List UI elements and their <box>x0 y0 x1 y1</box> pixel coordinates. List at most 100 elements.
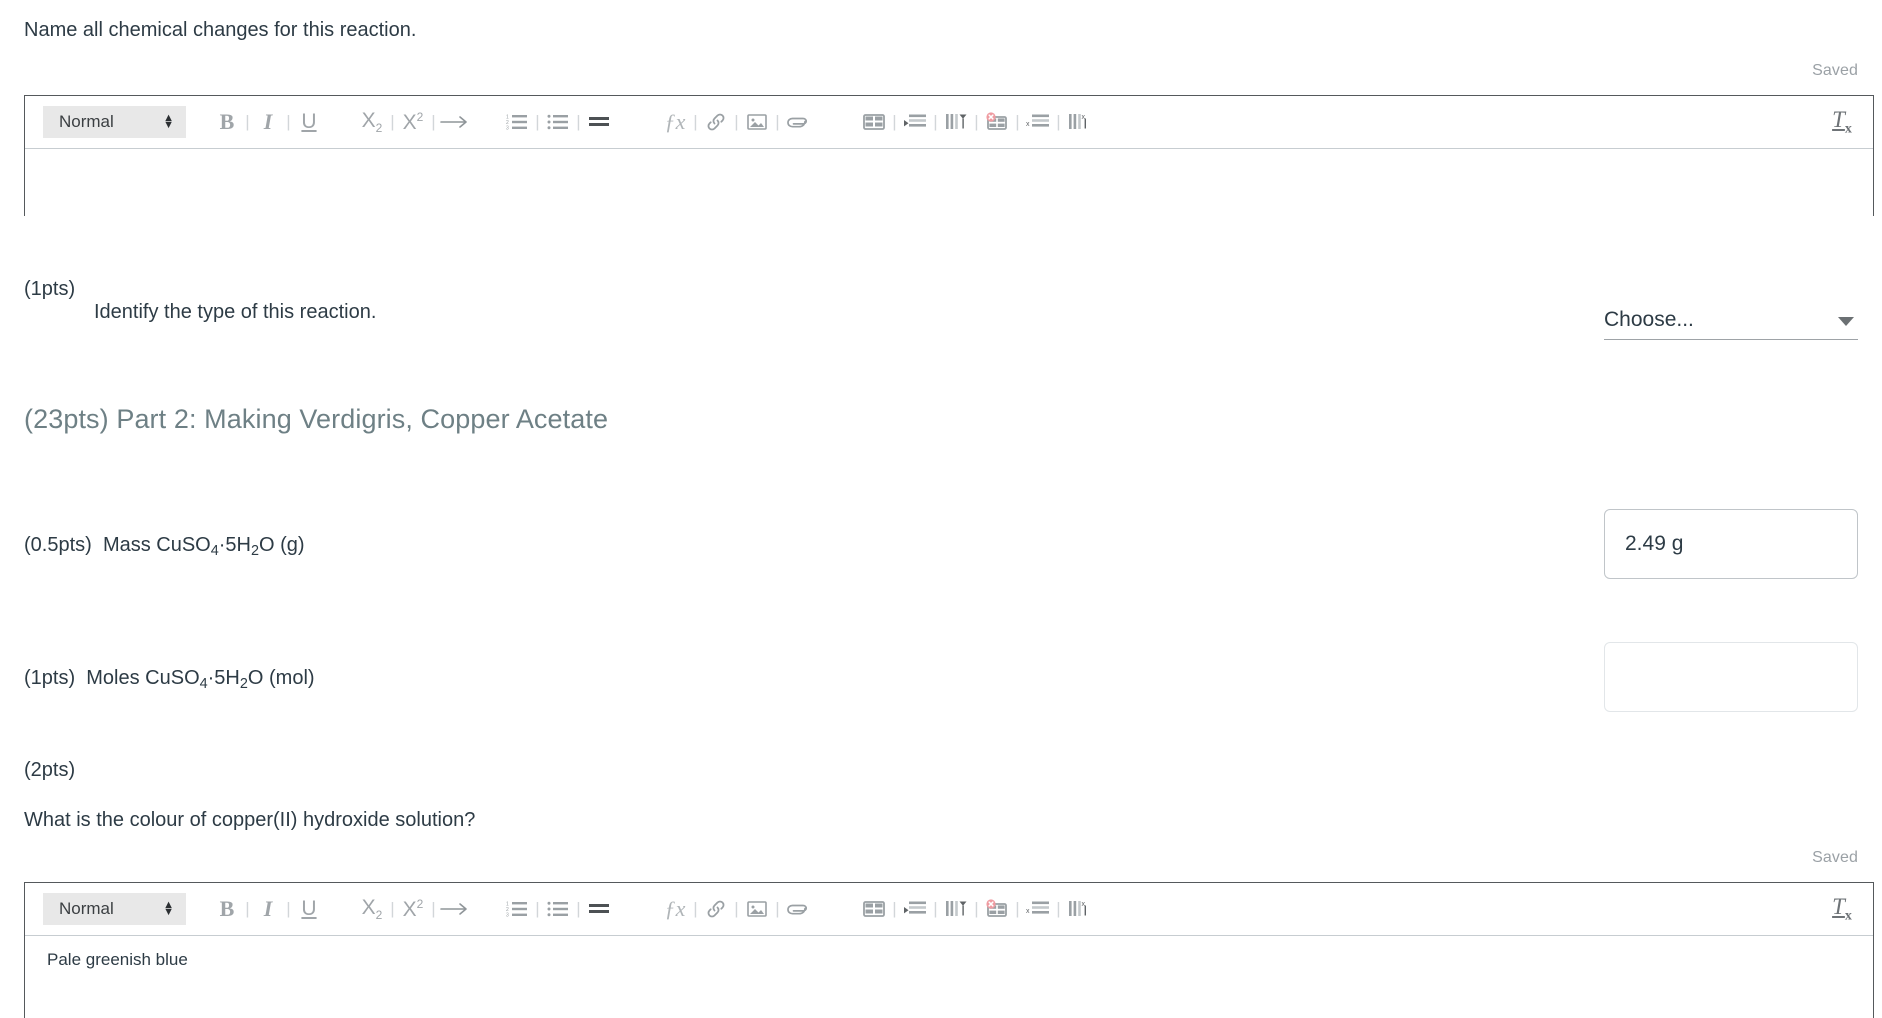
separator: | <box>535 899 540 918</box>
insert-group-1: ƒx | | | <box>660 105 813 139</box>
separator: | <box>974 112 979 131</box>
separator: | <box>1015 112 1020 131</box>
text-style-group-2: B | I | U <box>212 892 324 926</box>
chevron-down-icon <box>1838 317 1854 326</box>
svg-text:3: 3 <box>506 126 509 132</box>
arrow-icon[interactable] <box>439 105 469 139</box>
editor-body-2[interactable]: Pale greenish blue <box>25 936 1873 1018</box>
separator: | <box>1056 112 1061 131</box>
quiz-page: Name all chemical changes for this react… <box>0 0 1882 1018</box>
updown-arrows-icon: ▲ ▼ <box>163 899 174 918</box>
link-icon[interactable] <box>701 105 731 139</box>
insert-table-icon[interactable] <box>859 105 889 139</box>
format-dropdown-label: Normal <box>59 112 114 131</box>
delete-row-icon[interactable]: x <box>1023 105 1053 139</box>
separator: | <box>286 112 291 131</box>
question-3-formula: Mass CuSO4·5H2O (g) <box>102 534 305 560</box>
separator: | <box>576 899 581 918</box>
table-group-1: | | | | x | x <box>859 105 1094 139</box>
editor-body-1[interactable] <box>25 149 1873 216</box>
separator: | <box>431 899 436 918</box>
bold-icon[interactable]: B <box>212 892 242 926</box>
question-4-formula: Moles CuSO4·5H2O (mol) <box>86 667 315 693</box>
question-4-points: (1pts) <box>24 667 76 689</box>
underline-icon[interactable]: U <box>294 105 324 139</box>
numbered-list-icon[interactable]: 1 2 3 <box>502 892 532 926</box>
clear-formatting-icon[interactable]: Tx <box>1827 892 1857 926</box>
moles-input[interactable] <box>1604 642 1858 712</box>
separator: | <box>974 899 979 918</box>
format-dropdown-1[interactable]: Normal ▲ ▼ <box>43 106 186 138</box>
attachment-icon[interactable] <box>783 892 813 926</box>
separator: | <box>693 899 698 918</box>
align-icon[interactable] <box>584 892 614 926</box>
separator: | <box>775 899 780 918</box>
image-icon[interactable] <box>742 105 772 139</box>
insert-column-icon[interactable] <box>941 105 971 139</box>
superscript-icon[interactable]: X2 <box>398 105 428 139</box>
section-heading: (23pts) Part 2: Making Verdigris, Copper… <box>24 404 609 434</box>
table-group-2: | | | | x | x <box>859 892 1094 926</box>
insert-column-icon[interactable] <box>941 892 971 926</box>
bulleted-list-icon[interactable] <box>543 892 573 926</box>
reaction-type-dropdown-value: Choose... <box>1604 308 1694 331</box>
delete-row-icon[interactable]: x <box>1023 892 1053 926</box>
separator: | <box>734 112 739 131</box>
clear-formatting-icon[interactable]: Tx <box>1827 105 1857 139</box>
equation-icon[interactable]: ƒx <box>660 105 690 139</box>
question-5-prompt: What is the colour of copper(II) hydroxi… <box>24 809 476 831</box>
equation-icon[interactable]: ƒx <box>660 892 690 926</box>
question-2-prompt: Identify the type of this reaction. <box>94 301 377 323</box>
format-dropdown-2[interactable]: Normal ▲ ▼ <box>43 893 186 925</box>
separator: | <box>693 112 698 131</box>
question-2-points: (1pts) <box>24 278 76 300</box>
rich-text-editor-2[interactable]: Normal ▲ ▼ B | I | U X2 | X2 | 1 2 3 | |… <box>24 882 1874 1018</box>
subscript-icon[interactable]: X2 <box>357 892 387 926</box>
italic-icon[interactable]: I <box>253 105 283 139</box>
question-3-points: (0.5pts) <box>24 534 92 556</box>
delete-table-icon[interactable] <box>982 892 1012 926</box>
separator: | <box>933 112 938 131</box>
script-group-1: X2 | X2 | <box>357 105 469 139</box>
question-1-prompt: Name all chemical changes for this react… <box>24 19 417 41</box>
separator: | <box>892 899 897 918</box>
svg-text:3: 3 <box>506 913 509 919</box>
underline-icon[interactable]: U <box>294 892 324 926</box>
separator: | <box>431 112 436 131</box>
delete-column-icon[interactable]: x <box>1064 892 1094 926</box>
list-group-2: 1 2 3 | | <box>502 892 614 926</box>
separator: | <box>892 112 897 131</box>
link-icon[interactable] <box>701 892 731 926</box>
superscript-icon[interactable]: X2 <box>398 892 428 926</box>
separator: | <box>286 899 291 918</box>
script-group-2: X2 | X2 | <box>357 892 469 926</box>
reaction-type-dropdown[interactable]: Choose... <box>1604 300 1858 340</box>
separator: | <box>734 899 739 918</box>
separator: | <box>775 112 780 131</box>
insert-table-icon[interactable] <box>859 892 889 926</box>
question-3-label: (0.5pts) Mass CuSO4·5H2O (g) <box>24 531 305 562</box>
mass-input[interactable]: 2.49 g <box>1604 509 1858 579</box>
insert-row-icon[interactable] <box>900 892 930 926</box>
separator: | <box>390 112 395 131</box>
align-icon[interactable] <box>584 105 614 139</box>
rich-text-editor-1[interactable]: Normal ▲ ▼ B | I | U X2 | X2 | 1 2 3 | |… <box>24 95 1874 216</box>
numbered-list-icon[interactable]: 1 2 3 <box>502 105 532 139</box>
editor-toolbar-2: Normal ▲ ▼ B | I | U X2 | X2 | 1 2 3 | |… <box>25 883 1873 936</box>
attachment-icon[interactable] <box>783 105 813 139</box>
bulleted-list-icon[interactable] <box>543 105 573 139</box>
svg-text:x: x <box>1026 121 1030 128</box>
insert-row-icon[interactable] <box>900 105 930 139</box>
italic-icon[interactable]: I <box>253 892 283 926</box>
separator: | <box>576 112 581 131</box>
subscript-icon[interactable]: X2 <box>357 105 387 139</box>
saved-status-1: Saved <box>1812 62 1858 79</box>
list-group-1: 1 2 3 | | <box>502 105 614 139</box>
delete-column-icon[interactable]: x <box>1064 105 1094 139</box>
separator: | <box>245 112 250 131</box>
bold-icon[interactable]: B <box>212 105 242 139</box>
image-icon[interactable] <box>742 892 772 926</box>
delete-table-icon[interactable] <box>982 105 1012 139</box>
arrow-icon[interactable] <box>439 892 469 926</box>
separator: | <box>245 899 250 918</box>
